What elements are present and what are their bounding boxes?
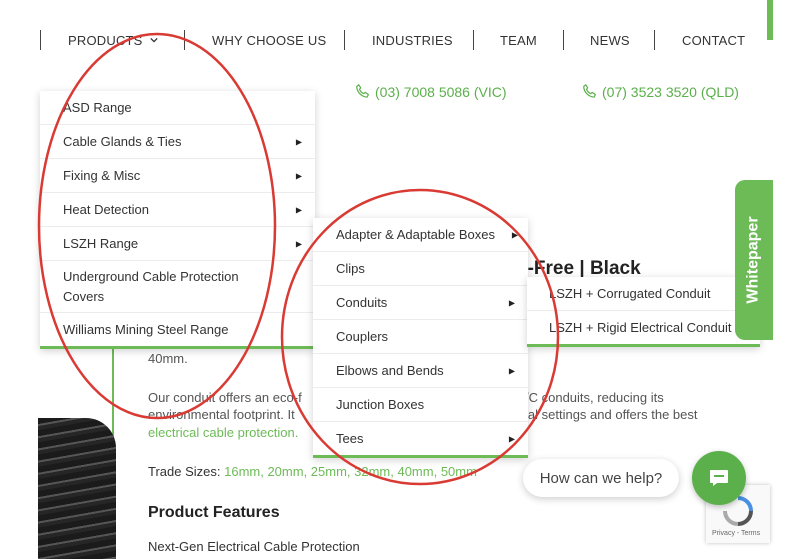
menu-item-williams-mining[interactable]: Williams Mining Steel Range (40, 313, 315, 346)
accent-bar (767, 0, 773, 40)
submenu-arrow-icon: ▶ (508, 366, 515, 375)
chevron-down-icon[interactable] (150, 36, 158, 44)
menu-item-adapter-boxes[interactable]: Adapter & Adaptable Boxes ▶ (313, 218, 528, 252)
cable-protection-link[interactable]: electrical cable protection. (148, 425, 298, 440)
conduit-product-image (38, 418, 116, 559)
nav-divider (184, 30, 185, 50)
whitepaper-tab[interactable]: Whitepaper (735, 180, 773, 340)
menu-item-asd-range[interactable]: ASD Range (40, 91, 315, 125)
menu-item-rigid-conduit[interactable]: LSZH + Rigid Electrical Conduit (527, 311, 760, 344)
conduits-submenu: LSZH + Corrugated Conduit LSZH + Rigid E… (527, 277, 760, 347)
nav-why-choose-us[interactable]: WHY CHOOSE US (212, 33, 326, 48)
menu-item-clips[interactable]: Clips (313, 252, 528, 286)
menu-item-label: Conduits (336, 295, 388, 310)
menu-item-corrugated-conduit[interactable]: LSZH + Corrugated Conduit (527, 277, 760, 311)
menu-item-label: Junction Boxes (336, 397, 425, 412)
menu-item-label: LSZH Range (63, 236, 139, 251)
description-line-1: Our conduit offers an eco-f (148, 390, 302, 405)
menu-item-couplers[interactable]: Couplers (313, 320, 528, 354)
menu-item-conduits[interactable]: Conduits ▶ (313, 286, 528, 320)
menu-item-heat-detection[interactable]: Heat Detection ▶ (40, 193, 315, 227)
menu-item-label: Underground Cable Protection Covers (63, 268, 239, 304)
menu-item-junction-boxes[interactable]: Junction Boxes (313, 388, 528, 422)
chat-icon (710, 470, 728, 486)
submenu-arrow-icon: ▶ (295, 171, 302, 180)
menu-item-label: Clips (336, 261, 365, 276)
menu-item-label: ASD Range (63, 100, 132, 115)
submenu-arrow-icon: ▶ (295, 205, 302, 214)
phone-qld-link[interactable]: (07) 3523 3520 (QLD) (581, 83, 739, 100)
nav-divider (344, 30, 345, 50)
submenu-arrow-icon: ▶ (508, 298, 515, 307)
trade-sizes-label: Trade Sizes: (148, 464, 225, 479)
description-line-2: environmental footprint. It (148, 407, 295, 422)
menu-item-label: LSZH + Rigid Electrical Conduit (549, 320, 732, 335)
submenu-arrow-icon: ▶ (508, 434, 515, 443)
menu-item-label: Adapter & Adaptable Boxes (336, 227, 496, 242)
whitepaper-label: Whitepaper (745, 216, 762, 304)
trade-sizes: Trade Sizes: 16mm, 20mm, 25mm, 32mm, 40m… (148, 464, 477, 479)
phone-qld-number: (07) 3523 3520 (QLD) (602, 83, 739, 100)
menu-item-label: Heat Detection (63, 202, 149, 217)
menu-item-elbows-bends[interactable]: Elbows and Bends ▶ (313, 354, 528, 388)
menu-item-label: Fixing & Misc (63, 168, 141, 183)
nav-divider (654, 30, 655, 50)
menu-item-label: Tees (336, 431, 364, 446)
menu-item-fixing-misc[interactable]: Fixing & Misc ▶ (40, 159, 315, 193)
phone-icon (356, 84, 369, 98)
menu-item-label: Elbows and Bends (336, 363, 444, 378)
description-line-2-right: ial settings and offers the best (525, 407, 698, 422)
menu-item-lszh-range[interactable]: LSZH Range ▶ (40, 227, 315, 261)
menu-item-label: LSZH + Corrugated Conduit (549, 286, 711, 301)
submenu-arrow-icon: ▶ (511, 230, 518, 239)
recaptcha-links[interactable]: Privacy - Terms (712, 530, 760, 537)
nav-industries[interactable]: INDUSTRIES (372, 33, 453, 48)
nav-team[interactable]: TEAM (500, 33, 537, 48)
submenu-arrow-icon: ▶ (295, 239, 302, 248)
nav-divider (473, 30, 474, 50)
description-line-1-right: /C conduits, reducing its (525, 390, 664, 405)
feature-item: Next-Gen Electrical Cable Protection (148, 539, 360, 554)
chat-prompt[interactable]: How can we help? (523, 459, 679, 497)
menu-item-cable-glands[interactable]: Cable Glands & Ties ▶ (40, 125, 315, 159)
menu-item-label: Cable Glands & Ties (63, 134, 182, 149)
size-text: 40mm. (148, 351, 188, 366)
phone-vic-number: (03) 7008 5086 (VIC) (375, 83, 507, 100)
menu-item-underground-cable-covers[interactable]: Underground Cable Protection Covers (40, 261, 315, 313)
menu-item-label: Couplers (336, 329, 389, 344)
trade-sizes-values: 16mm, 20mm, 25mm, 32mm, 40mm, 50mm (224, 464, 477, 479)
phone-vic-link[interactable]: (03) 7008 5086 (VIC) (354, 83, 507, 100)
nav-divider (563, 30, 564, 50)
menu-item-tees[interactable]: Tees ▶ (313, 422, 528, 455)
products-dropdown: ASD Range Cable Glands & Ties ▶ Fixing & … (40, 91, 315, 349)
chat-launcher-button[interactable] (692, 451, 746, 505)
nav-products[interactable]: PRODUCTS (68, 33, 143, 48)
nav-divider (40, 30, 41, 50)
phone-icon (583, 84, 596, 98)
submenu-arrow-icon: ▶ (295, 137, 302, 146)
lszh-submenu: Adapter & Adaptable Boxes ▶ Clips Conduit… (313, 218, 528, 458)
nav-news[interactable]: NEWS (590, 33, 630, 48)
nav-contact[interactable]: CONTACT (682, 33, 745, 48)
product-features-heading: Product Features (148, 504, 280, 521)
menu-item-label: Williams Mining Steel Range (63, 322, 229, 337)
